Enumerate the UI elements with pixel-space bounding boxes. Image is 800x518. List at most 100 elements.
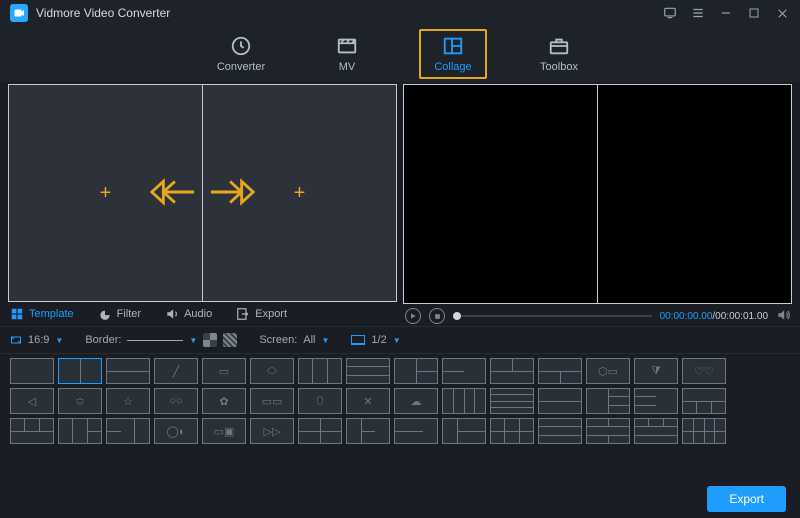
template-item[interactable] — [442, 418, 486, 444]
border-color-swatch[interactable] — [203, 333, 217, 347]
template-item[interactable]: ♡♡ — [682, 358, 726, 384]
template-icon — [10, 307, 24, 321]
template-item[interactable] — [58, 358, 102, 384]
template-item[interactable]: ⬡▭ — [586, 358, 630, 384]
template-item[interactable] — [682, 418, 726, 444]
template-item[interactable]: ○○ — [154, 388, 198, 414]
nav-mv-label: MV — [339, 61, 356, 73]
nav-mv[interactable]: MV — [313, 31, 381, 77]
add-media-icon: + — [100, 182, 112, 205]
feedback-icon[interactable] — [662, 5, 678, 21]
template-item[interactable]: ☁ — [394, 388, 438, 414]
template-item[interactable]: ⬭ — [250, 358, 294, 384]
template-item[interactable] — [58, 418, 102, 444]
template-item[interactable] — [586, 388, 630, 414]
screen-select[interactable]: Screen: All ▼ — [259, 334, 329, 346]
maximize-icon[interactable] — [746, 5, 762, 21]
template-item[interactable]: ✩ — [58, 388, 102, 414]
template-item[interactable] — [394, 418, 438, 444]
converter-icon — [230, 35, 252, 57]
tab-audio[interactable]: Audio — [165, 307, 212, 321]
template-item[interactable]: ◁ — [10, 388, 54, 414]
arrow-right-icon — [209, 175, 257, 212]
template-item[interactable] — [442, 358, 486, 384]
collage-slot-1[interactable]: + — [9, 85, 203, 301]
template-item[interactable] — [586, 418, 630, 444]
template-item[interactable] — [538, 358, 582, 384]
nav-toolbox[interactable]: Toolbox — [525, 31, 593, 77]
template-item[interactable] — [346, 418, 390, 444]
template-item[interactable]: ✕ — [346, 388, 390, 414]
template-item[interactable]: ▭▭ — [250, 388, 294, 414]
template-item[interactable] — [106, 418, 150, 444]
nav-collage-label: Collage — [434, 61, 471, 73]
audio-icon — [165, 307, 179, 321]
template-item[interactable] — [298, 418, 342, 444]
template-item[interactable]: ▷▷ — [250, 418, 294, 444]
tab-export[interactable]: Export — [236, 307, 287, 321]
template-item[interactable] — [490, 358, 534, 384]
preview-slot-1 — [404, 85, 598, 303]
play-button[interactable] — [405, 308, 421, 324]
template-item[interactable] — [394, 358, 438, 384]
template-item[interactable]: ⧩ — [634, 358, 678, 384]
collage-slot-2[interactable]: + — [203, 85, 396, 301]
border-style-select[interactable]: ▼ — [127, 336, 197, 345]
template-item[interactable] — [538, 418, 582, 444]
nav-collage[interactable]: Collage — [419, 29, 487, 79]
template-item[interactable] — [10, 418, 54, 444]
template-item[interactable] — [10, 358, 54, 384]
template-item[interactable] — [442, 388, 486, 414]
template-item[interactable]: ☆ — [106, 388, 150, 414]
nav-converter-label: Converter — [217, 61, 265, 73]
template-item[interactable]: ▭ — [202, 358, 246, 384]
template-item[interactable]: ✿ — [202, 388, 246, 414]
template-item[interactable] — [490, 418, 534, 444]
collage-icon — [442, 35, 464, 57]
caret-down-icon: ▼ — [322, 336, 330, 345]
page-select[interactable]: 1/2 ▼ — [351, 334, 400, 346]
toolbox-icon — [548, 35, 570, 57]
border-texture-swatch[interactable] — [223, 333, 237, 347]
app-title: Vidmore Video Converter — [36, 6, 662, 20]
template-item[interactable] — [634, 388, 678, 414]
page-value: 1/2 — [371, 334, 386, 346]
template-item[interactable] — [490, 388, 534, 414]
template-item[interactable]: ◯◐ — [154, 418, 198, 444]
nav-toolbox-label: Toolbox — [540, 61, 578, 73]
time-total: 00:00:01.00 — [715, 311, 768, 322]
border-label: Border: — [85, 334, 121, 346]
template-item[interactable] — [634, 418, 678, 444]
template-item[interactable] — [538, 388, 582, 414]
border-line-preview — [127, 340, 183, 341]
tab-filter-label: Filter — [117, 308, 141, 320]
collage-editor-frame: + + — [8, 84, 397, 302]
tab-audio-label: Audio — [184, 308, 212, 320]
export-button[interactable]: Export — [707, 486, 786, 512]
tab-filter[interactable]: Filter — [98, 307, 141, 321]
template-item[interactable]: ╱ — [154, 358, 198, 384]
volume-icon[interactable] — [776, 308, 790, 325]
caret-down-icon: ▼ — [393, 336, 401, 345]
tab-template[interactable]: Template — [10, 307, 74, 321]
template-item[interactable] — [298, 358, 342, 384]
close-icon[interactable] — [774, 5, 790, 21]
ratio-value: 16:9 — [28, 334, 49, 346]
seek-bar[interactable] — [453, 315, 652, 317]
tab-template-label: Template — [29, 308, 74, 320]
template-item[interactable]: ▭▣ — [202, 418, 246, 444]
template-item[interactable] — [682, 388, 726, 414]
template-item[interactable]: ⬯ — [298, 388, 342, 414]
aspect-ratio-select[interactable]: 16:9 ▼ — [10, 334, 63, 346]
menu-icon[interactable] — [690, 5, 706, 21]
stop-button[interactable] — [429, 308, 445, 324]
border-group: Border: ▼ — [85, 333, 237, 347]
export-icon — [236, 307, 250, 321]
mv-icon — [336, 35, 358, 57]
time-current: 00:00:00.00 — [660, 311, 713, 322]
template-item[interactable] — [106, 358, 150, 384]
template-item[interactable] — [346, 358, 390, 384]
nav-converter[interactable]: Converter — [207, 31, 275, 77]
screen-label: Screen: — [259, 334, 297, 346]
minimize-icon[interactable] — [718, 5, 734, 21]
